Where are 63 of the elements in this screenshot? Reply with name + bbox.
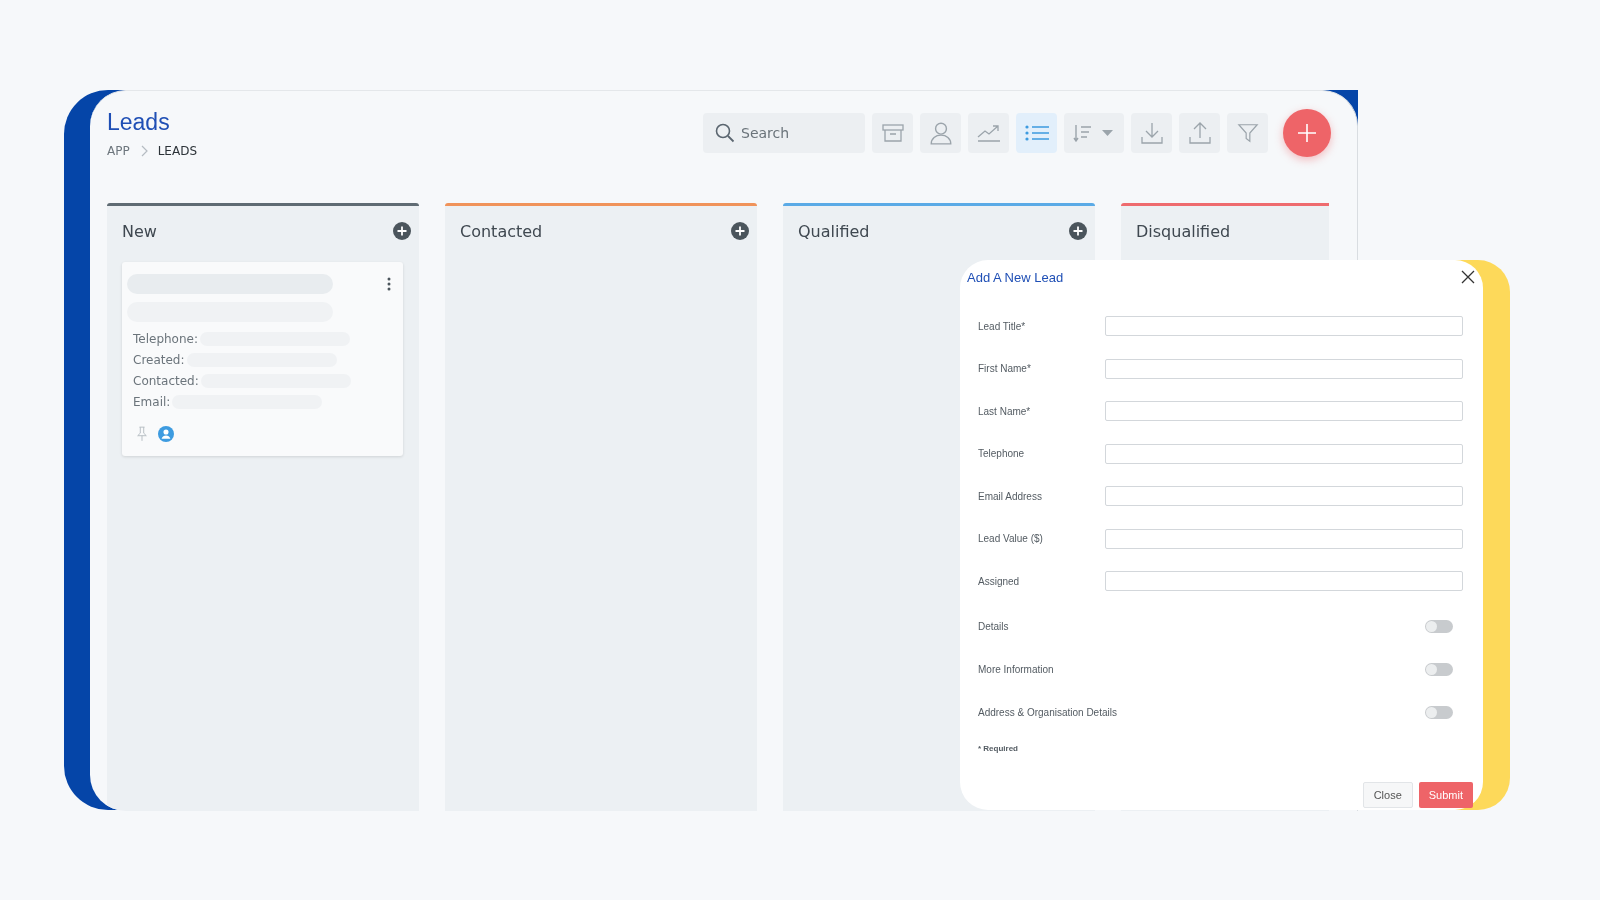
search-icon [715, 123, 735, 143]
text-field[interactable] [1105, 486, 1463, 507]
breadcrumb-item: LEADS [157, 144, 198, 158]
add-circle-icon[interactable] [1069, 222, 1087, 240]
text-field[interactable] [1105, 358, 1463, 379]
trend-button[interactable] [968, 113, 1009, 153]
toggle-switch[interactable] [1425, 662, 1453, 676]
add-circle-icon[interactable] [393, 222, 411, 240]
breadcrumb-item[interactable]: APP [107, 144, 130, 158]
submit-button[interactable]: Submit [1418, 782, 1473, 808]
text-field[interactable] [1105, 316, 1463, 337]
list-button[interactable] [1016, 113, 1057, 153]
more-icon[interactable] [387, 277, 391, 291]
field-label: Address & Organisation Details [978, 706, 1117, 718]
column-title: New [122, 221, 157, 241]
text-field[interactable] [1105, 443, 1463, 464]
download-button[interactable] [1131, 113, 1172, 153]
sort-button[interactable] [1064, 113, 1124, 153]
user-circle-icon[interactable] [158, 426, 174, 442]
column-title: Qualified [798, 221, 870, 241]
field-label: Created: [133, 352, 185, 367]
field-label: Assigned [978, 575, 1020, 587]
text-field[interactable] [1105, 571, 1463, 592]
field-label: Contacted: [133, 373, 199, 388]
close-icon[interactable] [1461, 270, 1475, 284]
filter-button[interactable] [1227, 113, 1268, 153]
sort-icon [1073, 123, 1115, 143]
list-icon [1023, 123, 1050, 143]
upload-button[interactable] [1179, 113, 1220, 153]
column-title: Disqualified [1136, 221, 1231, 241]
close-button[interactable]: Close [1362, 782, 1413, 808]
plus-icon [1297, 123, 1317, 143]
toggle-switch[interactable] [1425, 705, 1453, 719]
field-label: Email: [133, 394, 171, 409]
field-label: First Name* [978, 363, 1031, 375]
field-label: Last Name* [978, 405, 1031, 417]
field-label: Details [978, 620, 1009, 632]
field-label: Telephone [978, 448, 1025, 460]
text-field[interactable] [1105, 401, 1463, 422]
add-button[interactable] [1283, 109, 1331, 157]
archive-button[interactable] [872, 113, 913, 153]
field-label: Email Address [978, 490, 1042, 502]
modal-title: Add A New Lead [967, 270, 1064, 285]
pin-icon[interactable] [136, 426, 148, 442]
column-title: Contacted [460, 221, 543, 241]
text-field[interactable] [1105, 528, 1463, 549]
trend-icon [975, 123, 1002, 143]
field-label: Lead Value ($) [978, 533, 1043, 545]
required-note: * Required [978, 743, 1019, 753]
field-label: Lead Title* [978, 320, 1026, 332]
upload-icon [1187, 121, 1212, 145]
toggle-switch[interactable] [1425, 619, 1453, 633]
chevron-icon [139, 145, 148, 157]
user-button[interactable] [920, 113, 961, 153]
field-label: Telephone: [133, 331, 198, 346]
field-label: More Information [978, 663, 1054, 675]
page-title: Leads [107, 109, 171, 136]
search-field[interactable]: Search [703, 113, 865, 153]
archive-icon [880, 121, 905, 145]
add-circle-icon[interactable] [731, 222, 749, 240]
download-icon [1139, 121, 1164, 145]
lead-card[interactable]: Telephone: Created: Contacted: Email: [122, 262, 403, 456]
filter-icon [1236, 122, 1259, 144]
